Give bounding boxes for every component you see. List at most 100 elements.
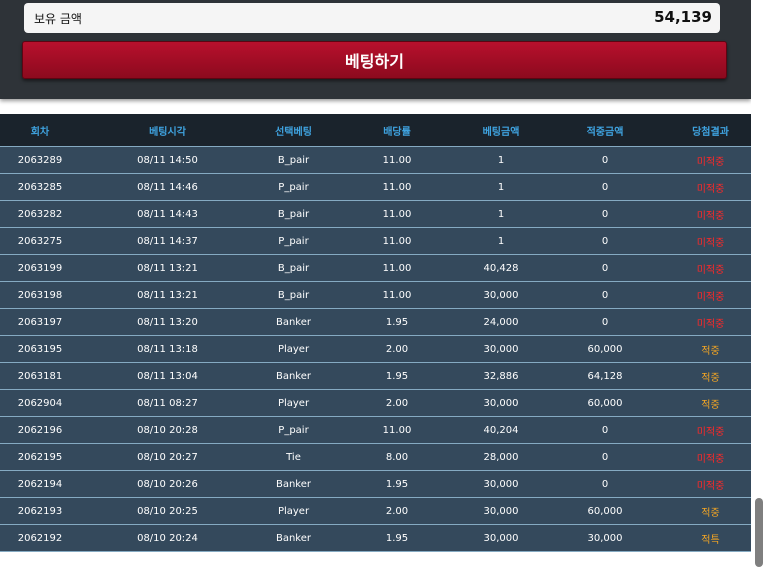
round-cell: 2062193	[0, 497, 80, 525]
selection-cell: Player	[255, 335, 332, 363]
bet-amount-cell: 30,000	[462, 335, 540, 363]
bet-time-cell: 08/11 13:18	[80, 335, 255, 363]
odds-cell: 8.00	[332, 443, 462, 471]
bet-time-cell: 08/11 13:21	[80, 281, 255, 309]
table-row: 2062192 08/10 20:24 Banker 1.95 30,000 30,000…	[0, 524, 751, 552]
table-row: 2063275 08/11 14:37 P_pair 11.00 1 0 미적중	[0, 227, 751, 255]
selection-cell: Player	[255, 497, 332, 525]
table-row: 2063181 08/11 13:04 Banker 1.95 32,886 64,128…	[0, 362, 751, 390]
win-amount-cell: 64,128	[540, 362, 670, 390]
bet-amount-cell: 32,886	[462, 362, 540, 390]
odds-cell: 11.00	[332, 227, 462, 255]
round-cell: 2062904	[0, 389, 80, 417]
bet-time-cell: 08/11 14:46	[80, 173, 255, 201]
result-cell: 미적중	[670, 416, 751, 444]
win-amount-cell: 0	[540, 443, 670, 471]
col-header-result: 당첨결과	[670, 114, 751, 147]
table-row: 2063289 08/11 14:50 B_pair 11.00 1 0 미적중	[0, 146, 751, 174]
round-cell: 2063198	[0, 281, 80, 309]
bet-amount-cell: 30,000	[462, 281, 540, 309]
bet-time-cell: 08/11 14:43	[80, 200, 255, 228]
table-row: 2062195 08/10 20:27 Tie 8.00 28,000 0 미적중	[0, 443, 751, 471]
result-cell: 미적중	[670, 146, 751, 174]
odds-cell: 1.95	[332, 524, 462, 552]
bet-amount-cell: 40,204	[462, 416, 540, 444]
selection-cell: B_pair	[255, 146, 332, 174]
odds-cell: 2.00	[332, 497, 462, 525]
win-amount-cell: 30,000	[540, 524, 670, 552]
col-header-bet-time: 베팅시각	[80, 114, 255, 147]
odds-cell: 2.00	[332, 335, 462, 363]
result-cell: 미적중	[670, 227, 751, 255]
bet-time-cell: 08/10 20:25	[80, 497, 255, 525]
bet-history-table: 회차 베팅시각 선택베팅 배당률 베팅금액 적중금액 당첨결과 2063289 0…	[0, 114, 751, 552]
win-amount-cell: 0	[540, 254, 670, 282]
round-cell: 2063285	[0, 173, 80, 201]
bet-amount-cell: 1	[462, 227, 540, 255]
selection-cell: Banker	[255, 308, 332, 336]
bet-amount-cell: 40,428	[462, 254, 540, 282]
round-cell: 2063289	[0, 146, 80, 174]
selection-cell: Banker	[255, 470, 332, 498]
odds-cell: 1.95	[332, 362, 462, 390]
result-cell: 미적중	[670, 470, 751, 498]
win-amount-cell: 0	[540, 416, 670, 444]
result-cell: 적특	[670, 524, 751, 552]
selection-cell: B_pair	[255, 281, 332, 309]
table-header-row: 회차 베팅시각 선택베팅 배당률 베팅금액 적중금액 당첨결과	[0, 114, 751, 147]
col-header-selection: 선택베팅	[255, 114, 332, 147]
win-amount-cell: 0	[540, 173, 670, 201]
bet-time-cell: 08/10 20:24	[80, 524, 255, 552]
odds-cell: 1.95	[332, 308, 462, 336]
selection-cell: Tie	[255, 443, 332, 471]
result-cell: 적중	[670, 335, 751, 363]
result-cell: 미적중	[670, 281, 751, 309]
selection-cell: Banker	[255, 524, 332, 552]
bet-time-cell: 08/10 20:27	[80, 443, 255, 471]
result-cell: 적중	[670, 497, 751, 525]
selection-cell: P_pair	[255, 173, 332, 201]
round-cell: 2063275	[0, 227, 80, 255]
round-cell: 2063181	[0, 362, 80, 390]
odds-cell: 11.00	[332, 173, 462, 201]
bet-time-cell: 08/11 13:21	[80, 254, 255, 282]
odds-cell: 11.00	[332, 146, 462, 174]
bet-panel: 보유 금액 54,139 베팅하기	[0, 0, 751, 99]
table-row: 2063199 08/11 13:21 B_pair 11.00 40,428 0 미적중	[0, 254, 751, 282]
odds-cell: 11.00	[332, 281, 462, 309]
odds-cell: 11.00	[332, 254, 462, 282]
result-cell: 미적중	[670, 254, 751, 282]
odds-cell: 1.95	[332, 470, 462, 498]
balance-box: 보유 금액 54,139	[24, 3, 720, 33]
selection-cell: Banker	[255, 362, 332, 390]
bet-button[interactable]: 베팅하기	[22, 41, 727, 79]
round-cell: 2062192	[0, 524, 80, 552]
col-header-bet-amount: 베팅금액	[462, 114, 540, 147]
result-cell: 적중	[670, 362, 751, 390]
col-header-round: 회차	[0, 114, 80, 147]
scrollbar-thumb[interactable]	[755, 498, 763, 567]
round-cell: 2063199	[0, 254, 80, 282]
round-cell: 2063197	[0, 308, 80, 336]
balance-label: 보유 금액	[34, 12, 82, 26]
win-amount-cell: 60,000	[540, 497, 670, 525]
bet-time-cell: 08/11 14:37	[80, 227, 255, 255]
table-row: 2063198 08/11 13:21 B_pair 11.00 30,000 0 미적중	[0, 281, 751, 309]
table-row: 2063282 08/11 14:43 B_pair 11.00 1 0 미적중	[0, 200, 751, 228]
round-cell: 2063282	[0, 200, 80, 228]
result-cell: 미적중	[670, 173, 751, 201]
bet-amount-cell: 30,000	[462, 389, 540, 417]
bet-time-cell: 08/11 13:20	[80, 308, 255, 336]
win-amount-cell: 60,000	[540, 335, 670, 363]
odds-cell: 2.00	[332, 389, 462, 417]
col-header-win-amount: 적중금액	[540, 114, 670, 147]
round-cell: 2062196	[0, 416, 80, 444]
win-amount-cell: 60,000	[540, 389, 670, 417]
win-amount-cell: 0	[540, 470, 670, 498]
win-amount-cell: 0	[540, 308, 670, 336]
bet-amount-cell: 24,000	[462, 308, 540, 336]
round-cell: 2062195	[0, 443, 80, 471]
result-cell: 미적중	[670, 443, 751, 471]
scrollbar-track[interactable]	[751, 0, 765, 567]
table-row: 2063285 08/11 14:46 P_pair 11.00 1 0 미적중	[0, 173, 751, 201]
